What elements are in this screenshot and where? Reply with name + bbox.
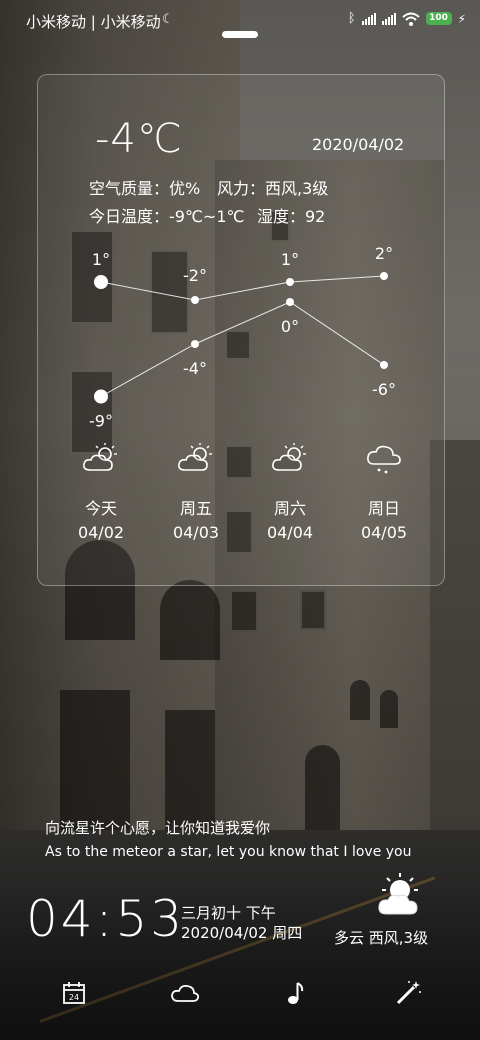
- low-temp-point: [286, 298, 294, 306]
- forecast-date-label: 04/04: [266, 523, 314, 542]
- temperature-trend-chart: 1° -2° 1° 2° -9° -4° 0° -6°: [89, 244, 396, 431]
- forecast-day-label: 今天: [84, 499, 117, 518]
- low-temp-point: [94, 389, 108, 404]
- forecast-date-label: 04/03: [172, 523, 220, 542]
- calendar-icon[interactable]: 24: [59, 978, 89, 1008]
- partly-cloudy-icon: [81, 442, 121, 476]
- high-temp-point: [380, 272, 388, 280]
- clock-time[interactable]: 04:53: [26, 890, 185, 948]
- magic-wand-icon[interactable]: [393, 978, 423, 1008]
- low-temp-point: [380, 361, 388, 369]
- low-temp-line: [100, 301, 385, 397]
- current-weather-summary: 多云 西风,3级: [334, 929, 429, 947]
- forecast-date-label: 04/02: [77, 523, 125, 542]
- high-temp-label: -2°: [183, 266, 207, 285]
- forecast-date-label: 04/05: [360, 523, 408, 542]
- quote-english: As to the meteor a star, let you know th…: [45, 844, 412, 860]
- high-temp-point: [286, 278, 294, 286]
- low-temp-label: 0°: [281, 317, 299, 336]
- high-temp-point: [191, 296, 199, 304]
- high-temp-label: 1°: [281, 250, 299, 269]
- forecast-day-label: 周五: [179, 499, 212, 518]
- low-temp-point: [191, 340, 199, 348]
- quote-chinese: 向流星许个心愿，让你知道我爱你: [45, 819, 271, 837]
- forecast-day-label: 周六: [273, 499, 306, 518]
- cloud-rain-icon: [364, 442, 404, 476]
- high-temp-point: [94, 275, 108, 289]
- partly-cloudy-icon: [270, 442, 310, 476]
- partly-cloudy-icon: [176, 442, 216, 476]
- low-temp-label: -9°: [89, 412, 113, 431]
- lunar-date: 三月初十 下午: [181, 904, 276, 922]
- svg-text:24: 24: [69, 993, 79, 1002]
- high-temp-label: 2°: [375, 244, 393, 263]
- high-temp-label: 1°: [92, 250, 110, 269]
- low-temp-label: -4°: [183, 359, 207, 378]
- forecast-day-label: 周日: [367, 499, 400, 518]
- high-temp-line: [100, 275, 385, 301]
- full-date: 2020/04/02 周四: [181, 924, 303, 942]
- cloud-icon[interactable]: [170, 978, 200, 1008]
- low-temp-label: -6°: [372, 380, 396, 399]
- partly-cloudy-icon: [378, 873, 418, 915]
- music-icon[interactable]: [281, 978, 311, 1008]
